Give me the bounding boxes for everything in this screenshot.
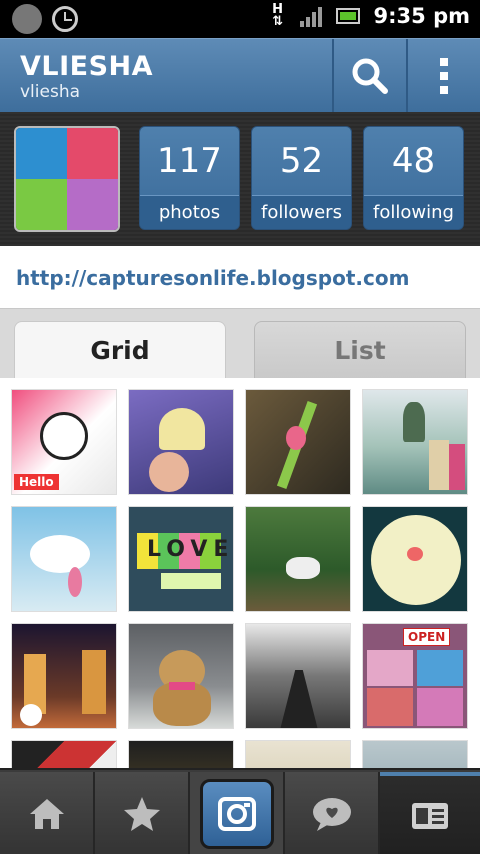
network-type: H bbox=[272, 2, 283, 17]
followers-count: 52 bbox=[279, 141, 324, 181]
photo-caption: Hello bbox=[14, 474, 59, 490]
nav-popular[interactable] bbox=[95, 772, 190, 854]
view-tabs: Grid List bbox=[0, 308, 480, 379]
profile-card-icon bbox=[412, 803, 448, 829]
photo-caption: LOVE bbox=[147, 537, 234, 562]
battery-icon bbox=[335, 8, 360, 24]
photo-caption: OPEN bbox=[403, 628, 451, 646]
nav-profile[interactable] bbox=[380, 772, 480, 854]
photo-grid: Hello LOVE OPEN bbox=[0, 378, 480, 768]
photos-count: 117 bbox=[157, 141, 222, 181]
tab-list[interactable]: List bbox=[254, 321, 466, 379]
photo-teddy-bear[interactable] bbox=[128, 623, 234, 729]
photos-stat[interactable]: 117 photos bbox=[139, 126, 240, 230]
photo-plate-food[interactable] bbox=[362, 506, 468, 612]
profile-header: VLIESHA vliesha bbox=[0, 38, 480, 113]
photos-label: photos bbox=[140, 195, 239, 229]
status-time: 9:35 pm bbox=[373, 4, 470, 28]
search-icon bbox=[352, 58, 388, 94]
nav-camera[interactable] bbox=[190, 772, 285, 854]
photo-partial-3[interactable] bbox=[245, 740, 351, 768]
news-bubble-icon bbox=[312, 798, 351, 831]
overflow-menu-icon bbox=[440, 58, 448, 94]
photo-partial-2[interactable] bbox=[128, 740, 234, 768]
website-link[interactable]: http://capturesonlife.blogspot.com bbox=[16, 266, 409, 290]
tab-grid[interactable]: Grid bbox=[14, 321, 226, 379]
photo-forest-statue[interactable] bbox=[245, 506, 351, 612]
signal-icon bbox=[299, 5, 322, 27]
photo-partial-4[interactable] bbox=[362, 740, 468, 768]
camera-icon bbox=[217, 797, 256, 831]
followers-stat[interactable]: 52 followers bbox=[251, 126, 352, 230]
photo-pillows-open-sign[interactable]: OPEN bbox=[362, 623, 468, 729]
photo-love-notes[interactable]: LOVE bbox=[128, 506, 234, 612]
photo-airport-walkway[interactable] bbox=[245, 623, 351, 729]
home-icon bbox=[29, 799, 64, 829]
following-label: following bbox=[364, 195, 463, 229]
followers-label: followers bbox=[252, 195, 351, 229]
display-name: VLIESHA bbox=[20, 51, 154, 82]
overflow-menu-button[interactable] bbox=[406, 39, 480, 113]
photo-partial-1[interactable] bbox=[11, 740, 117, 768]
avatar[interactable] bbox=[14, 126, 120, 232]
bio-section: http://capturesonlife.blogspot.com bbox=[0, 246, 480, 308]
photo-heart-chip[interactable] bbox=[128, 389, 234, 495]
camera-button[interactable] bbox=[199, 779, 274, 849]
username: vliesha bbox=[20, 82, 81, 102]
search-button[interactable] bbox=[332, 39, 406, 113]
photo-panda-plush[interactable]: Hello bbox=[11, 389, 117, 495]
photo-green-plant[interactable] bbox=[245, 389, 351, 495]
star-icon bbox=[123, 797, 160, 831]
smiley-icon bbox=[12, 4, 42, 34]
photo-night-building[interactable] bbox=[11, 623, 117, 729]
status-bar: H ⇅ 9:35 pm bbox=[0, 0, 480, 38]
nav-home[interactable] bbox=[0, 772, 95, 854]
profile-summary: 117 photos 52 followers 48 following bbox=[0, 112, 480, 246]
photo-island-couple[interactable] bbox=[362, 389, 468, 495]
following-stat[interactable]: 48 following bbox=[363, 126, 464, 230]
nav-news[interactable] bbox=[285, 772, 380, 854]
alarm-clock-icon bbox=[52, 6, 78, 32]
data-arrows-icon: H ⇅ bbox=[272, 2, 283, 29]
bottom-nav bbox=[0, 768, 480, 854]
photo-sky-flowers[interactable] bbox=[11, 506, 117, 612]
following-count: 48 bbox=[391, 141, 436, 181]
